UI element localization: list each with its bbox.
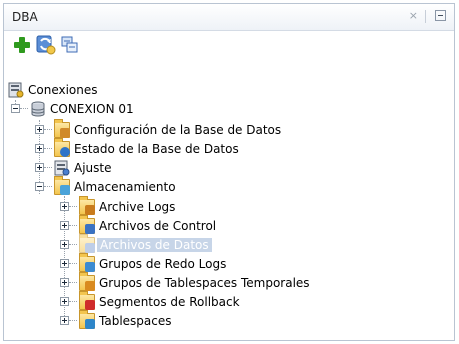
tree-label: Tablespaces <box>99 313 172 328</box>
folder-icon <box>79 214 95 234</box>
folder-icon <box>79 309 95 329</box>
expand-toggle[interactable] <box>60 221 69 230</box>
expand-toggle[interactable] <box>60 278 69 287</box>
tree-node-grupos-tablespaces-temporales[interactable]: Grupos de Tablespaces Temporales <box>79 271 310 292</box>
collapse-all-icon[interactable] <box>60 35 80 55</box>
tree-connector <box>44 129 52 131</box>
expand-toggle[interactable] <box>60 202 69 211</box>
tree-node-conexion-01[interactable]: CONEXION 01 <box>30 99 134 118</box>
collapse-toggle[interactable] <box>11 104 20 113</box>
tree-connector <box>20 108 28 110</box>
tree-connector <box>69 225 77 227</box>
folder-icon <box>79 233 95 253</box>
database-icon <box>30 101 46 117</box>
folder-icon <box>54 175 70 195</box>
tree-node-archivos-de-datos[interactable]: Archivos de Datos <box>79 233 212 254</box>
tree-label: Archivos de Control <box>99 218 217 233</box>
tree-label: Grupos de Tablespaces Temporales <box>99 275 310 290</box>
tree-node-configuracion[interactable]: Configuración de la Base de Datos <box>54 118 282 139</box>
tree-label: CONEXION 01 <box>50 101 134 116</box>
titlebar-divider <box>425 10 426 23</box>
tree-node-estado[interactable]: Estado de la Base de Datos <box>54 137 239 158</box>
close-icon[interactable]: × <box>409 9 418 22</box>
add-connection-icon[interactable] <box>12 35 32 55</box>
tree-label: Archivos de Datos <box>97 237 212 252</box>
tree-connector <box>69 320 77 322</box>
tree-connector <box>44 186 52 188</box>
tree-connector <box>69 282 77 284</box>
tree-node-grupos-de-redo-logs[interactable]: Grupos de Redo Logs <box>79 252 227 273</box>
tree-label: Almacenamiento <box>74 179 176 194</box>
expand-toggle[interactable] <box>35 125 44 134</box>
folder-icon <box>54 137 70 157</box>
tree-node-tablespaces[interactable]: Tablespaces <box>79 309 172 330</box>
tree-node-archive-logs[interactable]: Archive Logs <box>79 195 176 216</box>
tree-connector <box>69 244 77 246</box>
expand-toggle[interactable] <box>35 163 44 172</box>
navigator-tree: Conexiones CONEXION 01 Configuración de … <box>4 62 454 340</box>
tree-node-segmentos-de-rollback[interactable]: Segmentos de Rollback <box>79 290 240 311</box>
tree-label: Grupos de Redo Logs <box>99 256 227 271</box>
tree-node-archivos-de-control[interactable]: Archivos de Control <box>79 214 217 235</box>
tree-root-conexiones[interactable]: Conexiones <box>8 80 98 99</box>
tree-label: Archive Logs <box>99 199 176 214</box>
panel-title: DBA <box>12 10 38 24</box>
tree-node-almacenamiento[interactable]: Almacenamiento <box>54 175 176 196</box>
tree-label: Estado de la Base de Datos <box>74 141 239 156</box>
minimize-icon[interactable] <box>435 10 446 21</box>
tree-connector <box>44 167 52 169</box>
panel-toolbar <box>4 31 454 59</box>
tree-node-ajuste[interactable]: Ajuste <box>54 158 112 177</box>
folder-icon <box>54 118 70 138</box>
folder-icon <box>79 271 95 291</box>
tree-connector <box>44 148 52 150</box>
expand-toggle[interactable] <box>60 316 69 325</box>
tree-label: Conexiones <box>28 82 98 97</box>
dba-panel: DBA × Conexiones CONEXION 01 Configuraci… <box>3 3 455 341</box>
tree-connector <box>69 301 77 303</box>
connections-icon <box>8 82 24 98</box>
expand-toggle[interactable] <box>35 144 44 153</box>
refresh-icon[interactable] <box>36 35 56 55</box>
tree-connector <box>69 206 77 208</box>
tree-label: Ajuste <box>74 160 112 175</box>
expand-toggle[interactable] <box>60 259 69 268</box>
collapse-toggle[interactable] <box>35 182 44 191</box>
expand-toggle[interactable] <box>60 297 69 306</box>
panel-titlebar: DBA × <box>4 4 454 31</box>
folder-icon <box>79 195 95 215</box>
tree-connector <box>69 263 77 265</box>
tuning-icon <box>54 160 70 176</box>
tree-label: Segmentos de Rollback <box>99 294 240 309</box>
folder-icon <box>79 290 95 310</box>
tree-label: Configuración de la Base de Datos <box>74 122 282 137</box>
expand-toggle[interactable] <box>60 240 69 249</box>
folder-icon <box>79 252 95 272</box>
